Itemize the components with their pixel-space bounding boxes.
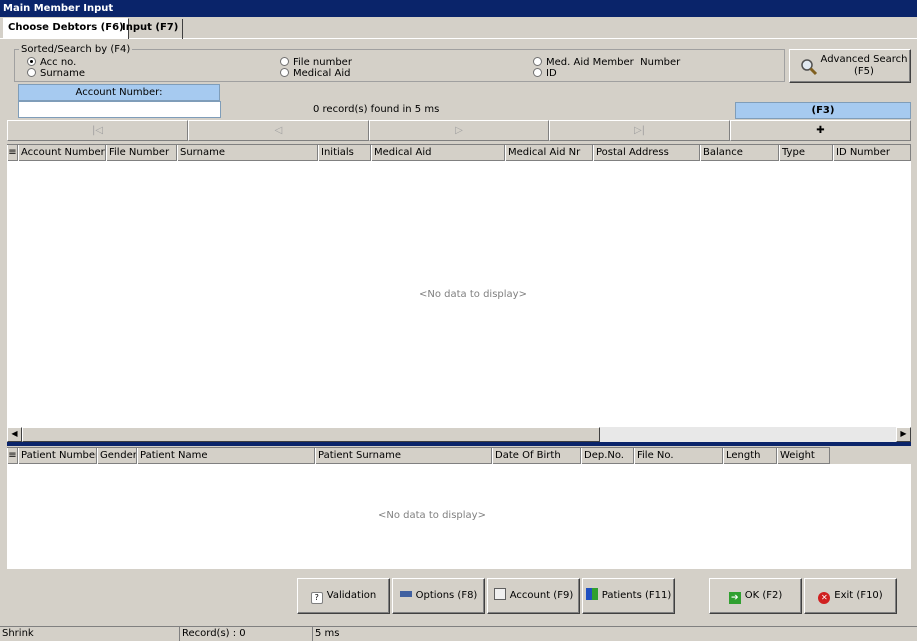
- column-header[interactable]: Patient Number: [18, 448, 97, 464]
- nav-add-button[interactable]: ✚: [730, 120, 911, 141]
- column-header[interactable]: Length: [723, 448, 777, 464]
- options-icon: [399, 591, 412, 597]
- radio-label: ID: [546, 68, 557, 79]
- advanced-search-button[interactable]: Advanced Search (F5): [789, 49, 911, 83]
- column-header[interactable]: Gender: [97, 448, 137, 464]
- account-button[interactable]: Account (F9): [487, 578, 580, 614]
- column-header[interactable]: Date Of Birth: [492, 448, 581, 464]
- patients-icon: [585, 588, 598, 600]
- radio-surname[interactable]: Surname: [27, 68, 85, 79]
- ok-label: OK (F2): [744, 590, 783, 601]
- radio-dot-icon: [280, 57, 289, 66]
- tab-strip: Choose Debtors (F6) Input (F7): [0, 17, 917, 39]
- column-header[interactable]: Balance: [700, 145, 779, 161]
- patients-label: Patients (F11): [601, 590, 672, 601]
- scroll-left-icon[interactable]: ◀: [7, 427, 22, 442]
- options-button[interactable]: Options (F8): [392, 578, 485, 614]
- column-header[interactable]: Medical Aid Nr: [505, 145, 593, 161]
- column-header[interactable]: Initials: [318, 145, 371, 161]
- column-header[interactable]: Postal Address: [593, 145, 700, 161]
- radio-med-aid-member-number[interactable]: Med. Aid Member Number: [533, 57, 680, 68]
- radio-dot-icon: [27, 57, 36, 66]
- column-header[interactable]: Medical Aid: [371, 145, 505, 161]
- exit-label: Exit (F10): [834, 590, 883, 601]
- radio-id[interactable]: ID: [533, 68, 557, 79]
- column-header[interactable]: File No.: [634, 448, 723, 464]
- account-icon: [493, 588, 506, 600]
- tab-input[interactable]: Input (F7): [118, 19, 184, 39]
- column-header[interactable]: Patient Name: [137, 448, 315, 464]
- status-mode: Shrink: [0, 627, 180, 641]
- column-header[interactable]: Weight: [777, 448, 830, 464]
- window-title: Main Member Input: [0, 0, 917, 17]
- radio-medical-aid[interactable]: Medical Aid: [280, 68, 350, 79]
- empty-message: <No data to display>: [378, 510, 486, 521]
- account-number-input[interactable]: [18, 101, 221, 118]
- account-number-label: Account Number:: [18, 84, 220, 101]
- exit-button[interactable]: ✕ Exit (F10): [804, 578, 897, 614]
- arrow-right-icon: ➔: [728, 592, 741, 604]
- record-navigator: |◁ ◁ ▷ ▷| ✚: [7, 120, 911, 141]
- patients-grid-body[interactable]: <No data to display>: [7, 464, 911, 569]
- column-header[interactable]: Type: [779, 145, 833, 161]
- scroll-right-icon[interactable]: ▶: [896, 427, 911, 442]
- radio-label: File number: [293, 57, 352, 68]
- column-header[interactable]: Surname: [177, 145, 318, 161]
- f3-button[interactable]: (F3): [735, 102, 911, 119]
- status-time: 5 ms: [315, 628, 340, 639]
- magnifier-icon: [801, 59, 818, 76]
- radio-label: Acc no.: [40, 57, 77, 68]
- validation-label: Validation: [326, 590, 377, 601]
- nav-next-button[interactable]: ▷: [369, 120, 549, 141]
- column-chooser-icon[interactable]: ≡: [7, 145, 18, 161]
- debtors-grid-header: ≡ Account Number File Number Surname Ini…: [7, 144, 911, 161]
- radio-dot-icon: [27, 68, 36, 77]
- sort-search-legend: Sorted/Search by (F4): [21, 44, 131, 55]
- options-label: Options (F8): [415, 590, 478, 601]
- column-header[interactable]: Account Number: [18, 145, 106, 161]
- empty-message: <No data to display>: [419, 289, 527, 300]
- statusbar: Shrink Record(s) : 0 5 ms: [0, 626, 917, 641]
- radio-label: Med. Aid Member Number: [546, 57, 681, 68]
- column-header[interactable]: ID Number: [833, 145, 911, 161]
- radio-acc-no[interactable]: Acc no.: [27, 57, 76, 68]
- radio-label: Surname: [40, 68, 85, 79]
- horizontal-scrollbar[interactable]: ◀ ▶: [7, 427, 911, 442]
- nav-prev-button[interactable]: ◁: [188, 120, 369, 141]
- grid-splitter[interactable]: [7, 442, 911, 446]
- help-icon: ?: [310, 592, 323, 604]
- patients-button[interactable]: Patients (F11): [582, 578, 675, 614]
- nav-first-button[interactable]: |◁: [7, 120, 188, 141]
- column-header[interactable]: File Number: [106, 145, 177, 161]
- action-bar: ? Validation Options (F8) Account (F9) Pa…: [0, 570, 917, 625]
- records-found-text: 0 record(s) found in 5 ms: [313, 104, 440, 115]
- radio-dot-icon: [533, 68, 542, 77]
- column-chooser-icon[interactable]: ≡: [7, 448, 18, 464]
- radio-file-number[interactable]: File number: [280, 57, 352, 68]
- scroll-thumb[interactable]: [22, 427, 600, 442]
- account-label: Account (F9): [509, 590, 574, 601]
- status-records: Record(s) : 0: [180, 627, 313, 641]
- nav-last-button[interactable]: ▷|: [549, 120, 730, 141]
- advanced-search-key: (F5): [854, 66, 874, 77]
- advanced-search-label: Advanced Search: [820, 54, 908, 65]
- tab-choose-debtors[interactable]: Choose Debtors (F6): [3, 18, 129, 39]
- ok-button[interactable]: ➔ OK (F2): [709, 578, 802, 614]
- validation-button[interactable]: ? Validation: [297, 578, 390, 614]
- patients-grid-header: ≡ Patient Number Gender Patient Name Pat…: [7, 447, 830, 464]
- radio-dot-icon: [533, 57, 542, 66]
- debtors-grid-body[interactable]: <No data to display>: [7, 161, 911, 427]
- column-header[interactable]: Dep.No.: [581, 448, 634, 464]
- close-icon: ✕: [818, 592, 831, 604]
- radio-dot-icon: [280, 68, 289, 77]
- radio-label: Medical Aid: [293, 68, 351, 79]
- column-header[interactable]: Patient Surname: [315, 448, 492, 464]
